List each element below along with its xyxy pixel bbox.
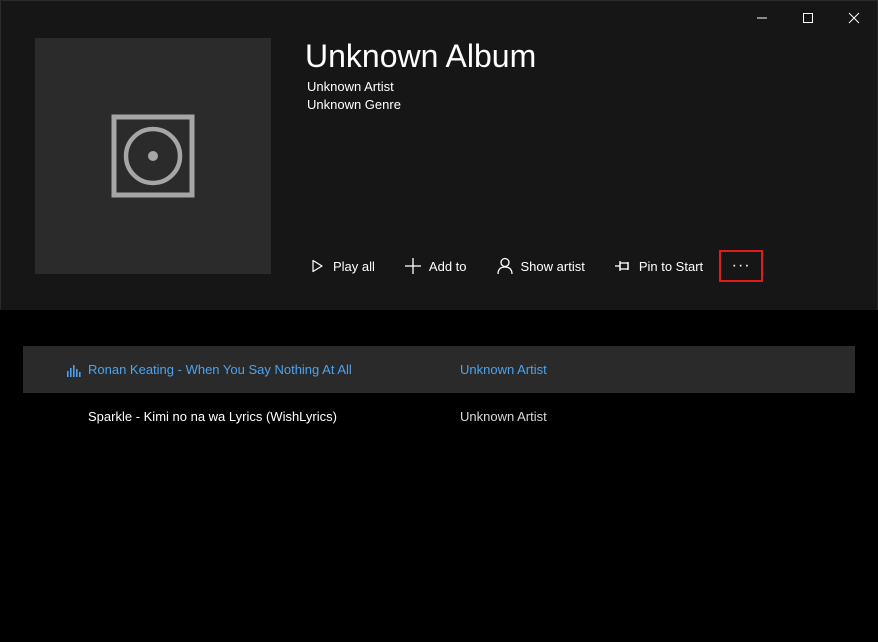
minimize-button[interactable]	[739, 1, 785, 35]
minimize-icon	[757, 17, 767, 19]
album-art	[35, 38, 271, 274]
show-artist-label: Show artist	[520, 258, 585, 274]
album-artist[interactable]: Unknown Artist	[307, 78, 394, 96]
close-icon	[848, 12, 860, 24]
album-action-bar: Play all Add to Show artist Pin to Start…	[297, 249, 764, 283]
now-playing-equalizer-icon	[67, 365, 81, 377]
track-row[interactable]: Ronan Keating - When You Say Nothing At …	[23, 346, 855, 393]
close-button[interactable]	[831, 1, 877, 35]
show-artist-button[interactable]: Show artist	[485, 249, 595, 283]
track-row[interactable]: Sparkle - Kimi no na wa Lyrics (WishLyri…	[23, 393, 855, 440]
maximize-button[interactable]	[785, 1, 831, 35]
music-app-window: Unknown Album Unknown Artist Unknown Gen…	[0, 0, 878, 642]
add-to-button[interactable]: Add to	[393, 249, 477, 283]
pin-to-start-button[interactable]: Pin to Start	[603, 249, 713, 283]
track-title: Ronan Keating - When You Say Nothing At …	[88, 362, 352, 377]
album-title: Unknown Album	[305, 38, 537, 74]
play-all-button[interactable]: Play all	[297, 249, 385, 283]
more-options-icon: ···	[731, 257, 751, 274]
more-options-button[interactable]: ···	[719, 250, 764, 282]
disc-placeholder-icon	[111, 114, 195, 198]
person-icon	[495, 256, 515, 276]
track-artist[interactable]: Unknown Artist	[460, 409, 547, 424]
album-genre: Unknown Genre	[307, 97, 401, 112]
album-header: Unknown Album Unknown Artist Unknown Gen…	[0, 0, 878, 310]
maximize-icon	[803, 13, 813, 23]
pin-to-start-label: Pin to Start	[638, 258, 704, 274]
pin-icon	[613, 256, 633, 276]
plus-icon	[403, 256, 423, 276]
play-all-label: Play all	[333, 258, 375, 274]
track-title: Sparkle - Kimi no na wa Lyrics (WishLyri…	[88, 409, 337, 424]
add-to-label: Add to	[428, 258, 467, 274]
track-artist[interactable]: Unknown Artist	[460, 362, 547, 377]
track-list: Ronan Keating - When You Say Nothing At …	[23, 346, 855, 440]
window-caption-buttons	[739, 1, 877, 35]
play-icon	[307, 256, 327, 276]
